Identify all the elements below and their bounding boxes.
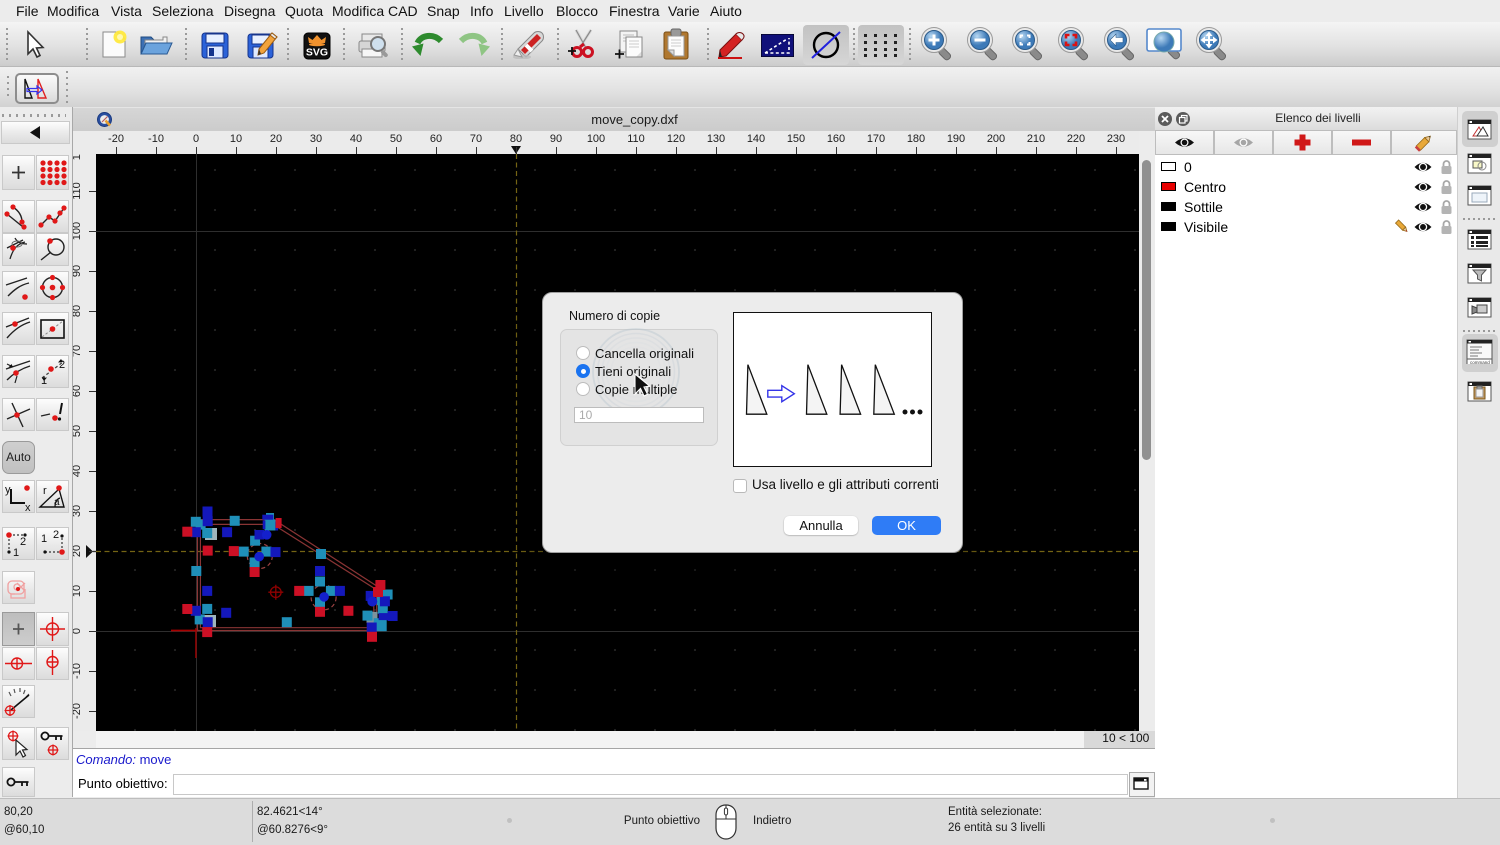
svg-text:r: r bbox=[43, 485, 47, 497]
svg-text:2: 2 bbox=[53, 529, 59, 541]
svg-text:1: 1 bbox=[41, 375, 47, 387]
svg-text:y: y bbox=[5, 484, 11, 496]
svg-text:2: 2 bbox=[59, 359, 65, 371]
svg-text:1: 1 bbox=[13, 547, 19, 559]
svg-text:1: 1 bbox=[41, 533, 47, 545]
svg-text:command: command bbox=[1470, 360, 1490, 364]
svg-text:a: a bbox=[54, 497, 60, 508]
svg-text:x: x bbox=[25, 502, 31, 512]
svg-text:2: 2 bbox=[20, 536, 26, 548]
svg-text:SVG: SVG bbox=[306, 47, 328, 59]
